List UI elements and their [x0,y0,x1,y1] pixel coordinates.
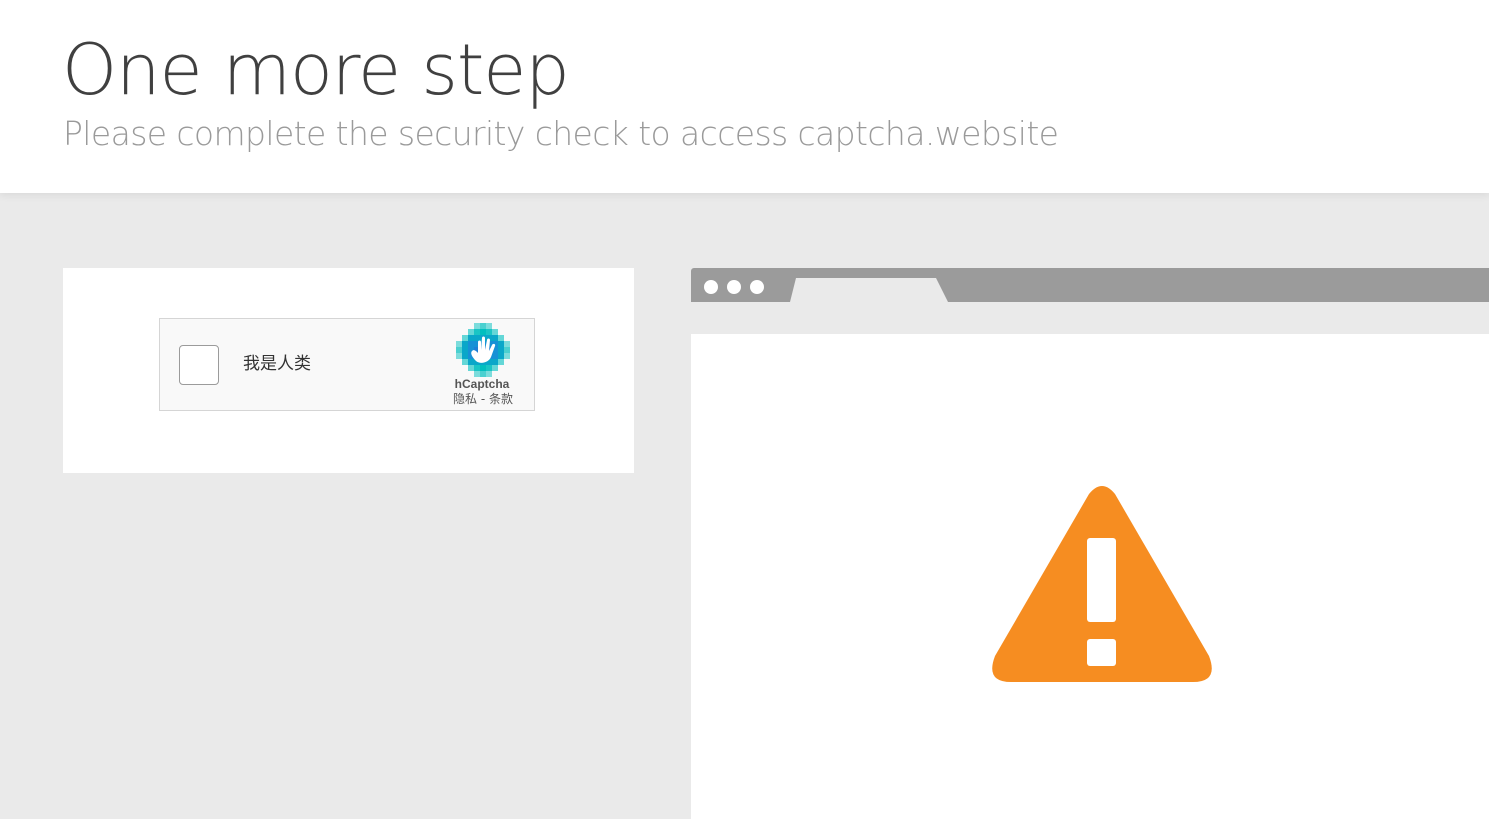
window-dot [750,280,764,294]
warning-triangle-icon [992,486,1212,682]
browser-content [691,334,1489,819]
links-separator: - [477,392,489,406]
hcaptcha-widget: 我是人类 hCaptcha 隐私 - 条款 [159,318,535,411]
privacy-link[interactable]: 隐私 [453,392,477,406]
hcaptcha-brand-label: hCaptcha [454,377,510,391]
terms-link[interactable]: 条款 [489,392,513,406]
checkbox-label: 我是人类 [243,354,311,374]
browser-toolbar [691,302,1489,334]
page-subtitle: Please complete the security check to ac… [63,114,1059,153]
hcaptcha-logo-icon [456,323,510,377]
window-dot [727,280,741,294]
page-header: One more step Please complete the securi… [0,0,1489,193]
browser-illustration [691,268,1489,819]
browser-tab [790,278,948,302]
captcha-card: 我是人类 hCaptcha 隐私 - 条款 [63,268,634,473]
window-dot [704,280,718,294]
human-checkbox[interactable] [179,345,219,385]
page-title: One more step [62,29,570,111]
browser-title-bar [691,268,1489,302]
hcaptcha-links: 隐私 - 条款 [440,392,526,407]
